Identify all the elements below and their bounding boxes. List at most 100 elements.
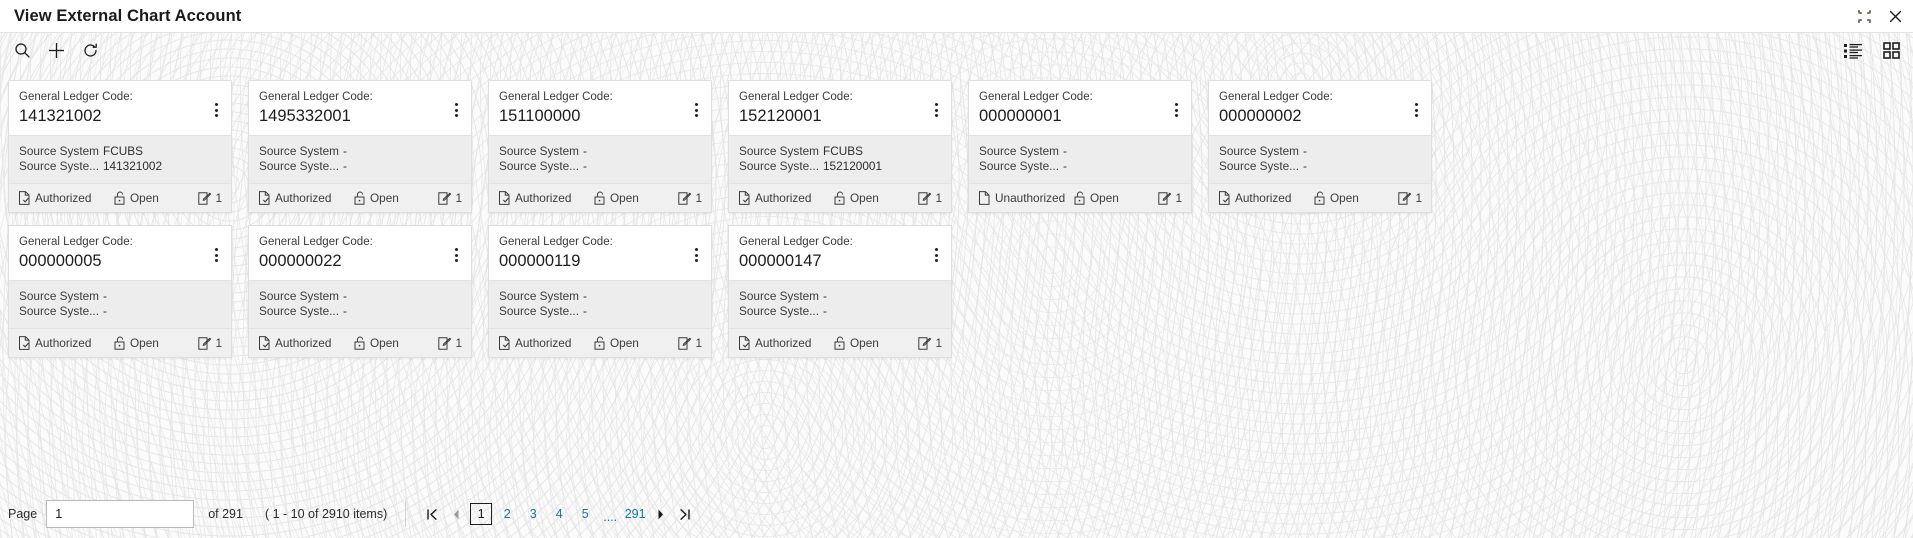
- card-kebab-menu-icon[interactable]: [1409, 101, 1423, 119]
- card-item[interactable]: General Ledger Code: 1495332001 Source S…: [248, 80, 472, 213]
- card-row-1: General Ledger Code: 141321002 Source Sy…: [8, 80, 1913, 225]
- card-header: General Ledger Code: 000000022: [249, 226, 471, 280]
- card-header: General Ledger Code: 000000119: [489, 226, 711, 280]
- edit-square-icon: [678, 336, 692, 350]
- field-key: Source System: [739, 289, 819, 303]
- grid-view-icon[interactable]: [1881, 41, 1901, 61]
- modification-number: 1: [198, 191, 222, 205]
- card-item[interactable]: General Ledger Code: 152120001 Source Sy…: [728, 80, 952, 213]
- card-kebab-menu-icon[interactable]: [449, 246, 463, 264]
- card-kebab-menu-icon[interactable]: [689, 246, 703, 264]
- page-link-3[interactable]: 3: [522, 503, 544, 525]
- prev-page-icon[interactable]: [444, 501, 468, 527]
- unlock-icon: [834, 336, 846, 350]
- page-link-2[interactable]: 2: [496, 503, 518, 525]
- card-item[interactable]: General Ledger Code: 000000001 Source Sy…: [968, 80, 1192, 213]
- edit-square-icon: [1158, 191, 1172, 205]
- modification-count: 1: [455, 336, 462, 350]
- auth-status: Authorized: [498, 336, 594, 350]
- card-footer: Authorized Open 1: [729, 328, 951, 357]
- edit-square-icon: [198, 191, 212, 205]
- page-link-5[interactable]: 5: [574, 503, 596, 525]
- page-link-4[interactable]: 4: [548, 503, 570, 525]
- document-check-icon: [1218, 191, 1231, 205]
- add-icon[interactable]: [46, 41, 66, 61]
- card-kebab-menu-icon[interactable]: [209, 101, 223, 119]
- card-code-value: 000000001: [979, 107, 1062, 125]
- card-field-source-system: Source System -: [1219, 144, 1421, 159]
- search-icon[interactable]: [12, 41, 32, 61]
- auth-status-label: Authorized: [275, 336, 332, 350]
- card-kebab-menu-icon[interactable]: [929, 246, 943, 264]
- modification-number: 1: [1158, 191, 1182, 205]
- card-item[interactable]: General Ledger Code: 141321002 Source Sy…: [8, 80, 232, 213]
- card-field-source-system: Source System -: [19, 289, 221, 304]
- card-header: General Ledger Code: 141321002: [9, 81, 231, 135]
- record-status-label: Open: [370, 336, 399, 350]
- card-code-value: 000000119: [499, 252, 581, 270]
- close-icon[interactable]: [1888, 9, 1903, 24]
- modification-number: 1: [1398, 191, 1422, 205]
- auth-status-label: Authorized: [1235, 191, 1292, 205]
- field-value: -: [343, 144, 347, 158]
- record-status-label: Open: [610, 191, 639, 205]
- modification-count: 1: [935, 191, 942, 205]
- card-kebab-menu-icon[interactable]: [1169, 101, 1183, 119]
- card-kebab-menu-icon[interactable]: [209, 246, 223, 264]
- page-ellipsis: ....: [603, 510, 618, 524]
- window-titlebar: View External Chart Account: [0, 0, 1913, 33]
- card-item[interactable]: General Ledger Code: 151100000 Source Sy…: [488, 80, 712, 213]
- edit-square-icon: [1398, 191, 1412, 205]
- card-code-label: General Ledger Code:: [979, 91, 1093, 103]
- card-item[interactable]: General Ledger Code: 000000022 Source Sy…: [248, 225, 472, 358]
- next-page-icon[interactable]: [648, 501, 672, 527]
- modification-number: 1: [918, 191, 942, 205]
- toolbar: [0, 33, 1913, 68]
- field-key: Source Syste...: [19, 304, 99, 318]
- record-status-label: Open: [1330, 191, 1359, 205]
- record-status: Open: [114, 191, 192, 205]
- list-view-icon[interactable]: [1843, 41, 1863, 61]
- titlebar-actions: [1857, 0, 1903, 33]
- auth-status: Unauthorized: [978, 191, 1074, 205]
- page-link-1[interactable]: 1: [470, 503, 493, 525]
- last-page-icon[interactable]: [672, 501, 696, 527]
- card-header: General Ledger Code: 1495332001: [249, 81, 471, 135]
- card-kebab-menu-icon[interactable]: [929, 101, 943, 119]
- edit-square-icon: [678, 191, 692, 205]
- card-code-value: 152120001: [739, 107, 822, 125]
- field-value: -: [1063, 159, 1067, 173]
- card-item[interactable]: General Ledger Code: 000000119 Source Sy…: [488, 225, 712, 358]
- card-item[interactable]: General Ledger Code: 000000002 Source Sy…: [1208, 80, 1432, 213]
- card-code-value: 000000005: [19, 252, 102, 270]
- minimize-icon[interactable]: [1857, 9, 1872, 24]
- card-field-source-system-number: Source Syste... 141321002: [19, 159, 221, 174]
- first-page-icon[interactable]: [420, 501, 444, 527]
- card-item[interactable]: General Ledger Code: 000000005 Source Sy…: [8, 225, 232, 358]
- card-kebab-menu-icon[interactable]: [689, 101, 703, 119]
- auth-status-label: Authorized: [515, 191, 572, 205]
- page-link-last[interactable]: 291: [624, 503, 646, 525]
- unlock-icon: [114, 191, 126, 205]
- card-field-source-system: Source System -: [259, 144, 461, 159]
- field-value: -: [343, 159, 347, 173]
- modification-number: 1: [678, 336, 702, 350]
- auth-status-label: Authorized: [35, 191, 92, 205]
- auth-status-label: Authorized: [755, 191, 812, 205]
- card-kebab-menu-icon[interactable]: [449, 101, 463, 119]
- record-status: Open: [594, 191, 672, 205]
- document-check-icon: [18, 191, 31, 205]
- modification-number: 1: [918, 336, 942, 350]
- field-value: 152120001: [823, 159, 883, 173]
- unlock-icon: [1074, 191, 1086, 205]
- card-body: Source System - Source Syste... -: [9, 280, 231, 328]
- record-status-label: Open: [130, 191, 159, 205]
- card-item[interactable]: General Ledger Code: 000000147 Source Sy…: [728, 225, 952, 358]
- document-check-icon: [258, 191, 271, 205]
- card-code-label: General Ledger Code:: [739, 236, 853, 248]
- page-number-input[interactable]: [46, 500, 195, 528]
- refresh-icon[interactable]: [80, 41, 100, 61]
- modification-count: 1: [215, 336, 222, 350]
- card-header: General Ledger Code: 000000002: [1209, 81, 1431, 135]
- modification-number: 1: [438, 191, 462, 205]
